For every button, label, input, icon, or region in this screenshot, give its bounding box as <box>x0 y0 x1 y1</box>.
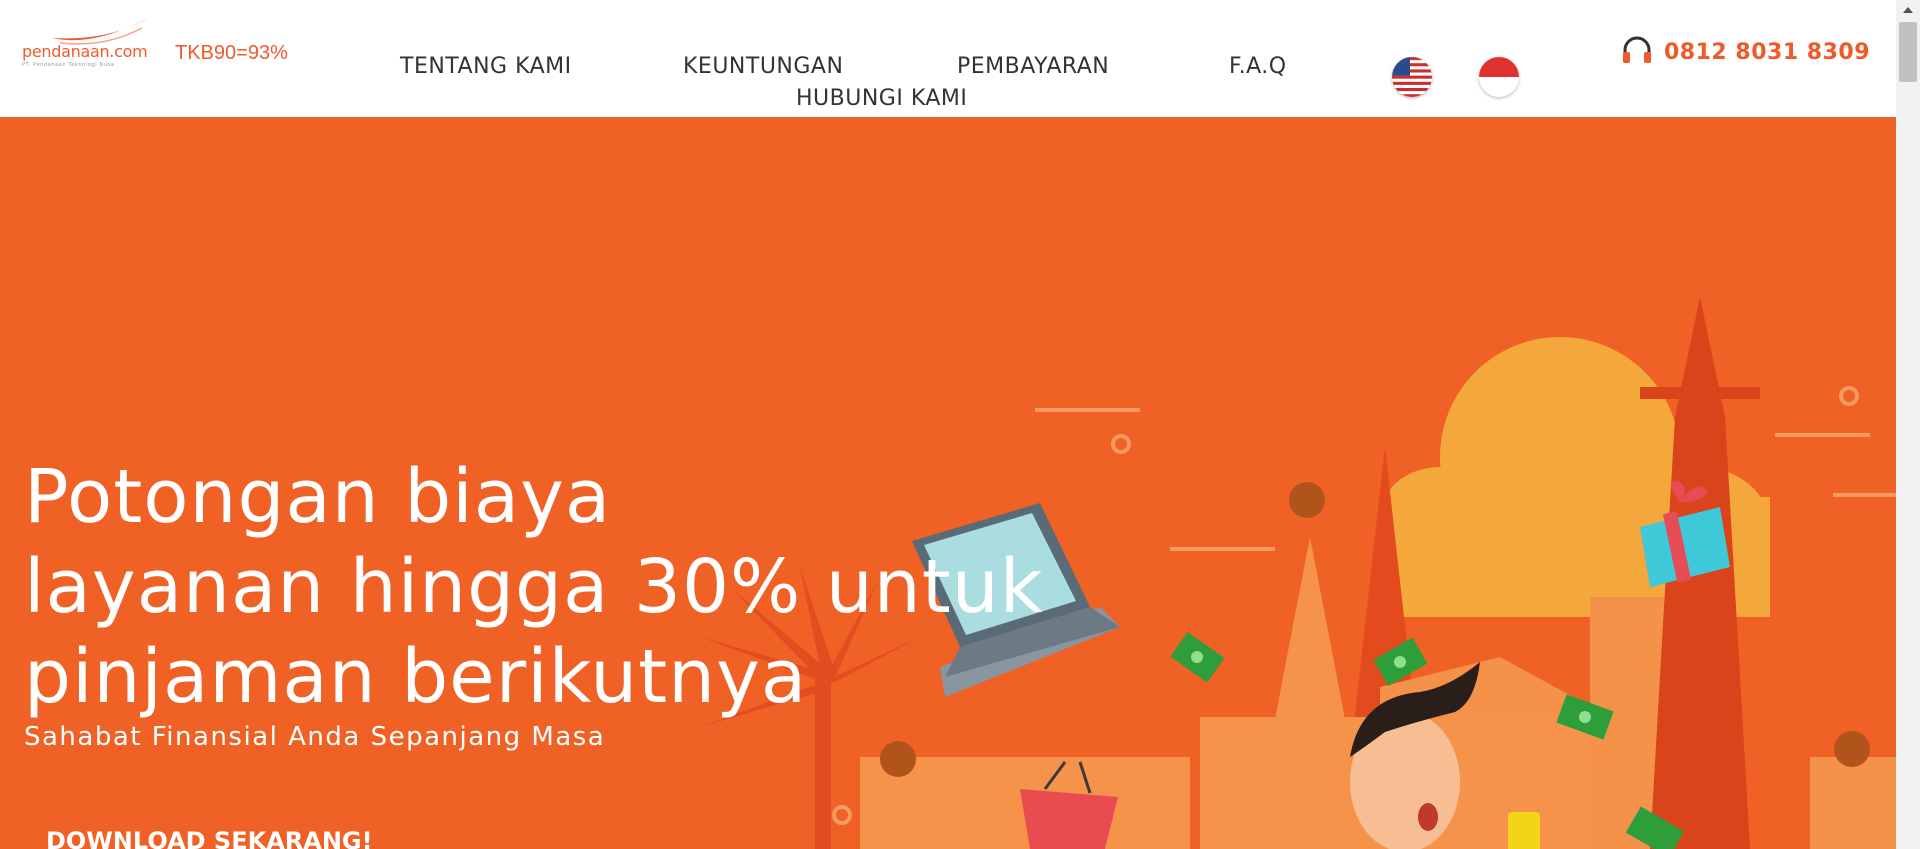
us-flag-icon[interactable] <box>1392 57 1432 97</box>
hero-title: Potongan biaya layanan hingga 30% untuk … <box>24 454 1044 720</box>
logo-wordmark: pendanaan.com <box>22 42 148 61</box>
page-scrollbar[interactable] <box>1896 0 1920 849</box>
site-header: pendanaan.com PT. Pendanaan Teknologi Nu… <box>0 0 1896 117</box>
nav-tentang-kami[interactable]: TENTANG KAMI <box>400 54 572 79</box>
phone-number[interactable]: 0812 8031 8309 <box>1664 40 1870 65</box>
id-flag-icon[interactable] <box>1479 57 1519 97</box>
nav-faq[interactable]: F.A.Q <box>1229 54 1287 79</box>
brand-logo[interactable]: pendanaan.com PT. Pendanaan Teknologi Nu… <box>22 16 154 72</box>
hero-subtitle: Sahabat Finansial Anda Sepanjang Masa <box>24 722 606 752</box>
nav-hubungi-kami[interactable]: HUBUNGI KAMI <box>796 86 967 111</box>
hero-banner: Potongan biaya layanan hingga 30% untuk … <box>0 117 1896 849</box>
logo-tagline: PT. Pendanaan Teknologi Nusa <box>22 62 115 68</box>
download-now-button[interactable]: DOWNLOAD SEKARANG! <box>46 827 373 849</box>
scrollbar-thumb[interactable] <box>1899 22 1917 82</box>
tkb-rate: TKB90=93% <box>175 42 288 64</box>
nav-pembayaran[interactable]: PEMBAYARAN <box>957 54 1109 79</box>
headset-icon <box>1623 36 1651 63</box>
nav-keuntungan[interactable]: KEUNTUNGAN <box>683 54 843 79</box>
scroll-up-arrow-icon[interactable] <box>1896 0 1920 20</box>
